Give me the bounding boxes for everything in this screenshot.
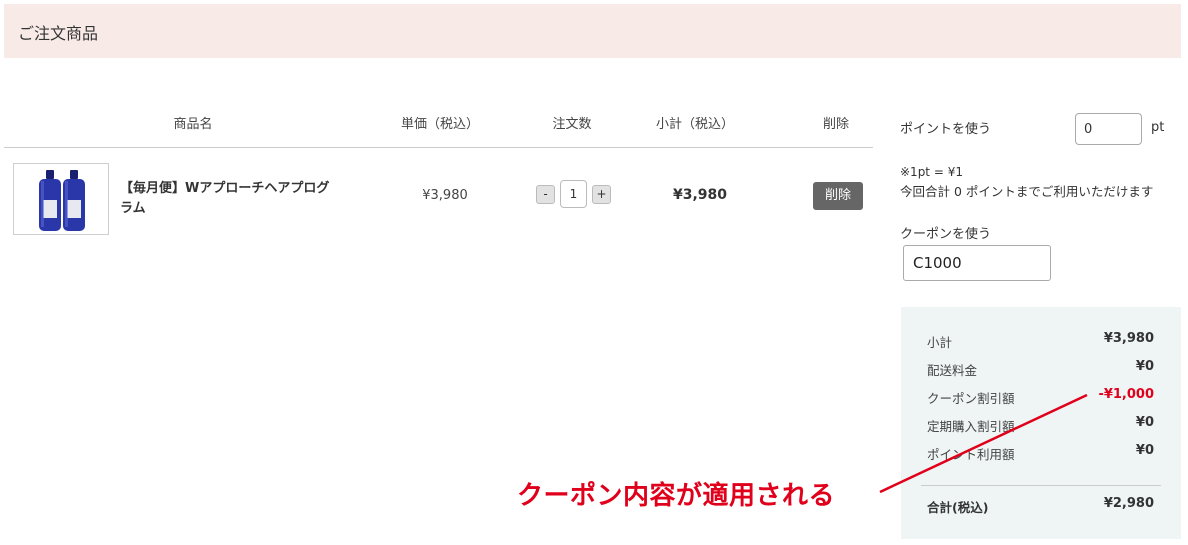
annotation-text: クーポン内容が適用される: [517, 481, 836, 511]
column-header-quantity: 注文数: [552, 117, 592, 132]
table-header-divider: [4, 147, 873, 148]
summary-total-value: ¥2,980: [1103, 496, 1154, 511]
points-input[interactable]: [1075, 113, 1142, 145]
summary-subscription-discount-label: 定期購入割引額: [927, 419, 1015, 434]
section-title: ご注文商品: [18, 24, 99, 43]
points-label: ポイントを使う: [900, 122, 992, 137]
point-rate-note: ※1pt = ¥1: [900, 165, 963, 179]
line-subtotal: ¥3,980: [672, 187, 728, 203]
column-header-unit-price: 単価（税込）: [400, 117, 479, 132]
summary-subscription-discount-value: ¥0: [1135, 415, 1154, 430]
bottle-2-icon: [63, 170, 85, 231]
product-name[interactable]: 【毎月便】Wアプローチヘアプログラム: [120, 179, 335, 219]
summary-coupon-discount-value: -¥1,000: [1098, 387, 1154, 402]
summary-points-used-label: ポイント利用額: [927, 447, 1015, 462]
summary-subtotal-label: 小計: [927, 335, 953, 350]
quantity-increase-button[interactable]: +: [592, 185, 611, 204]
summary-subtotal-value: ¥3,980: [1103, 331, 1154, 346]
quantity-decrease-button[interactable]: -: [536, 185, 555, 204]
coupon-input[interactable]: [903, 245, 1051, 281]
bottle-1-icon: [39, 170, 61, 231]
product-thumbnail[interactable]: [13, 163, 109, 235]
order-summary-panel: 小計 ¥3,980 配送料金 ¥0 クーポン割引額 -¥1,000 定期購入割引…: [901, 307, 1181, 539]
product-image: [39, 170, 85, 231]
point-limit-note: 今回合計 0 ポイントまでご利用いただけます: [900, 184, 1154, 199]
summary-divider: [921, 485, 1161, 486]
section-header: ご注文商品: [4, 4, 1181, 58]
summary-coupon-discount-label: クーポン割引額: [927, 391, 1015, 406]
column-header-subtotal: 小計（税込）: [655, 117, 734, 132]
summary-shipping-value: ¥0: [1135, 359, 1154, 374]
column-header-delete: 削除: [822, 117, 849, 132]
summary-points-used-value: ¥0: [1135, 443, 1154, 458]
quantity-input[interactable]: [560, 180, 587, 208]
points-unit: pt: [1151, 120, 1165, 135]
column-header-product: 商品名: [173, 117, 213, 132]
summary-shipping-label: 配送料金: [927, 363, 978, 378]
unit-price: ¥3,980: [422, 188, 468, 203]
summary-total-label: 合計(税込): [927, 500, 989, 515]
coupon-label: クーポンを使う: [900, 227, 992, 242]
delete-button[interactable]: 削除: [813, 182, 863, 210]
